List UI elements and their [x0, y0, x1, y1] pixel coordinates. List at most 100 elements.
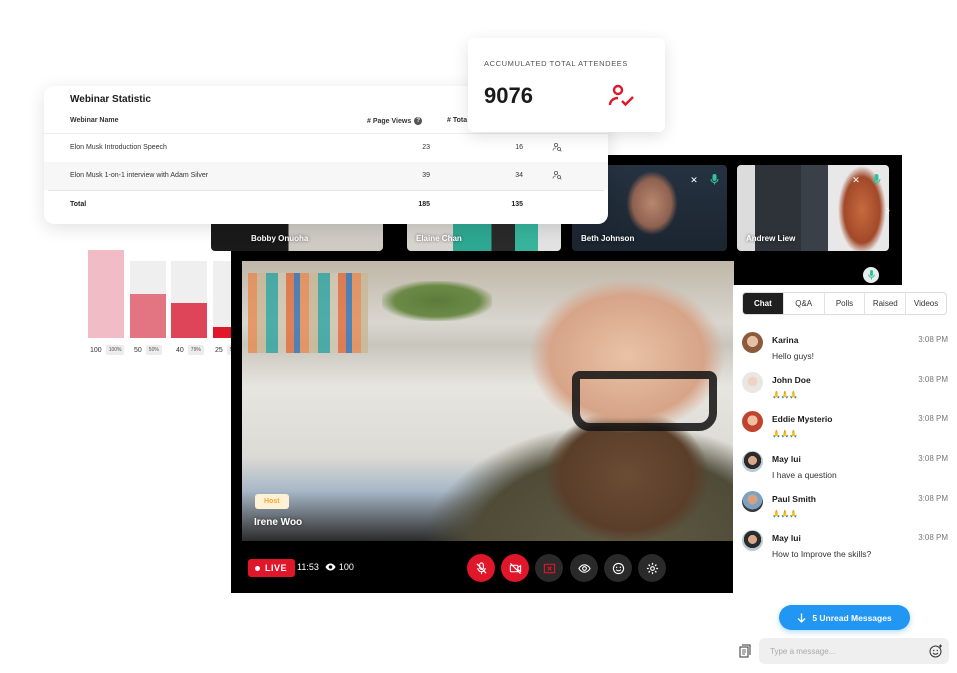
eye-icon: [577, 563, 591, 573]
table-total-row: Total 185 135: [48, 190, 604, 218]
funnel-percent: 79%: [187, 345, 204, 355]
message-author: John Doe: [772, 374, 811, 385]
stop-share-button[interactable]: [535, 554, 563, 582]
participant-name: Andrew Liew: [746, 234, 796, 243]
webinar-name: Elon Musk Introduction Speech: [70, 144, 167, 151]
camera-off-icon: [509, 562, 521, 574]
live-dot-icon: [255, 565, 260, 571]
speaker-name: Irene Woo: [254, 517, 303, 528]
pin-off-icon[interactable]: ✕: [688, 174, 700, 186]
chat-tabs: Chat Q&A Polls Raised Videos: [742, 292, 947, 315]
message-time: 3:08 PM: [918, 374, 948, 384]
column-header-page-views[interactable]: # Page Views ?: [367, 117, 423, 125]
participant-name: Beth Johnson: [581, 234, 635, 243]
unread-messages-button[interactable]: 5 Unread Messages: [779, 605, 910, 630]
card-title: Webinar Statistic: [70, 94, 151, 105]
screen-share-off-icon: [543, 563, 555, 573]
chat-message: Karina 3:08 PM Hello guys!: [742, 332, 948, 372]
funnel-bar-fill: [88, 250, 124, 338]
main-video: Host Irene Woo: [242, 261, 734, 541]
message-time: 3:08 PM: [918, 454, 948, 464]
message-author: Eddie Mysterio: [772, 414, 833, 425]
message-composer: [759, 638, 949, 664]
chevron-right-icon[interactable]: ›: [886, 203, 890, 217]
avatar: [742, 451, 763, 473]
funnel-bar: [130, 261, 166, 338]
chat-message: May lui 3:08 PM I have a question: [742, 451, 948, 491]
total-attendees: 34: [515, 172, 523, 179]
view-attendees-icon[interactable]: [552, 170, 562, 180]
chat-message: Paul Smith 3:08 PM 🙏🙏🙏: [742, 490, 948, 531]
message-text: How to Improve the skills?: [772, 549, 872, 560]
reactions-button[interactable]: [604, 554, 632, 582]
mute-mic-button[interactable]: [467, 554, 495, 582]
message-text: Hello guys!: [772, 351, 815, 361]
arrow-down-icon: [797, 613, 806, 623]
tab-polls[interactable]: Polls: [823, 293, 865, 314]
page-views: 23: [422, 144, 430, 151]
funnel-value: 50: [134, 346, 142, 354]
attendees-label: ACCUMULATED TOTAL ATTENDEES: [484, 59, 629, 68]
background-books: [248, 273, 368, 353]
gear-icon: [646, 562, 658, 574]
speaker-glasses: [572, 371, 717, 431]
viewer-count: 100: [325, 562, 354, 572]
message-author: Paul Smith: [772, 493, 816, 504]
total-label: Total: [70, 201, 87, 208]
message-input[interactable]: [770, 638, 920, 664]
participant-tile[interactable]: ✕ Andrew Liew: [737, 165, 889, 251]
message-text: I have a question: [772, 470, 837, 481]
total-page-views: 185: [418, 201, 430, 208]
message-author: Karina: [772, 335, 799, 345]
session-info: 11:53 100: [297, 562, 354, 572]
funnel-chart: 100 100% 50 50% 40 79% 25 5: [86, 250, 249, 362]
total-attendees-sum: 135: [511, 201, 523, 208]
smiley-icon: [612, 562, 624, 574]
participant-name: Bobby Onuoha: [251, 234, 309, 243]
tab-qa[interactable]: Q&A: [782, 293, 824, 314]
user-check-icon: [608, 84, 634, 107]
mic-icon: [708, 174, 720, 186]
help-icon[interactable]: ?: [414, 117, 423, 125]
attendees-value: 9076: [484, 83, 533, 108]
background-plants: [382, 281, 492, 321]
column-header-webinar-name[interactable]: Webinar Name: [70, 117, 119, 124]
tab-videos[interactable]: Videos: [905, 293, 946, 314]
table-row[interactable]: Elon Musk 1-on-1 interview with Adam Sil…: [44, 162, 608, 190]
tab-chat[interactable]: Chat: [743, 293, 783, 314]
view-button[interactable]: [570, 554, 598, 582]
eye-icon: [325, 563, 336, 571]
chat-message: May lui 3:08 PM How to Improve the skill…: [742, 530, 948, 570]
tab-raised[interactable]: Raised: [864, 293, 905, 314]
funnel-value: 40: [176, 346, 184, 354]
host-badge: Host: [255, 494, 289, 509]
funnel-percent: 50%: [145, 345, 162, 355]
column-header-total[interactable]: # Tota: [447, 117, 467, 124]
page-views: 39: [422, 172, 430, 179]
emoji-picker-icon[interactable]: [929, 644, 943, 658]
unread-label: 5 Unread Messages: [812, 612, 892, 623]
view-attendees-icon[interactable]: [552, 142, 562, 152]
chat-panel: Chat Q&A Polls Raised Videos Karina 3:08…: [733, 267, 957, 673]
live-badge: LIVE: [248, 559, 296, 577]
message-author: May lui: [772, 533, 801, 544]
funnel-bar-fill: [130, 294, 166, 338]
message-time: 3:08 PM: [918, 533, 948, 543]
pin-off-icon[interactable]: ✕: [850, 174, 862, 186]
settings-button[interactable]: [638, 554, 666, 582]
funnel-value: 25: [215, 346, 223, 354]
live-label: LIVE: [265, 563, 288, 573]
message-text: 🙏🙏🙏: [772, 431, 799, 439]
speaker-mic-indicator: [863, 267, 879, 283]
participant-name: Elaine Chan: [416, 234, 462, 243]
message-time: 3:08 PM: [918, 335, 948, 344]
attachment-icon[interactable]: [739, 644, 751, 658]
table-row[interactable]: Elon Musk Introduction Speech 23 16: [44, 134, 608, 162]
funnel-bar: [171, 261, 207, 338]
camera-off-button[interactable]: [501, 554, 529, 582]
message-author: May lui: [772, 454, 801, 465]
avatar: [742, 411, 763, 433]
total-attendees-card: ACCUMULATED TOTAL ATTENDEES 9076: [468, 38, 665, 132]
viewer-number: 100: [338, 562, 354, 572]
message-time: 3:08 PM: [918, 414, 948, 424]
